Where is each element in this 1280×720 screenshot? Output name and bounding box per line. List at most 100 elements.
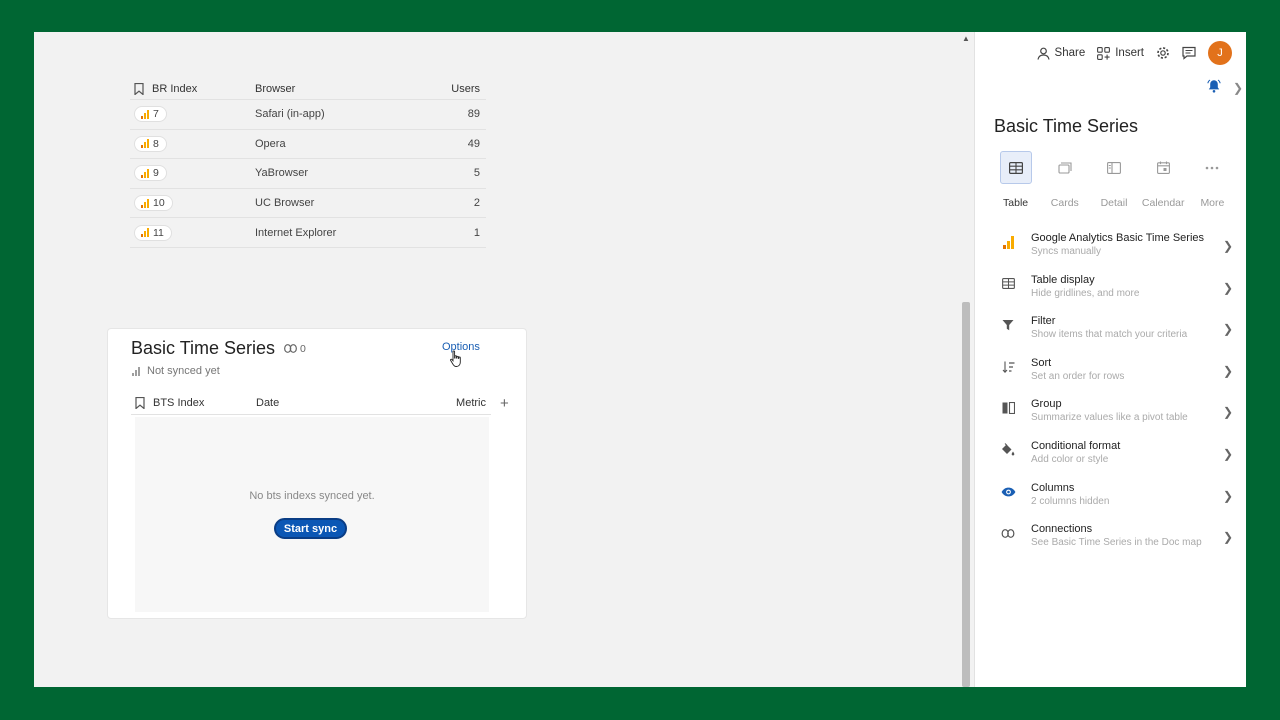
- analytics-icon: [141, 139, 149, 149]
- bookmark-icon: [134, 82, 144, 95]
- tab-more[interactable]: More: [1188, 151, 1237, 209]
- time-series-table-card: Basic Time Series 0 Not synced yet Optio…: [107, 328, 527, 619]
- chevron-right-icon: ❯: [1222, 405, 1233, 420]
- setting-table-display[interactable]: Table display Hide gridlines, and more ❯: [975, 270, 1246, 312]
- users-cell[interactable]: 1: [426, 227, 486, 239]
- setting-subtitle: Syncs manually: [1031, 246, 1102, 257]
- add-column-button[interactable]: +: [500, 395, 509, 412]
- tab-cards[interactable]: Cards: [1040, 151, 1089, 209]
- table-row[interactable]: 10 UC Browser 2: [130, 189, 486, 219]
- browser-cell[interactable]: Internet Explorer: [255, 227, 426, 239]
- paint-bucket-icon: [1002, 443, 1015, 456]
- table-icon: [1001, 278, 1015, 290]
- insert-button[interactable]: Insert: [1097, 46, 1144, 60]
- browser-cell[interactable]: YaBrowser: [255, 167, 426, 179]
- analytics-icon: [1002, 235, 1014, 249]
- more-icon: [1206, 166, 1219, 169]
- analytics-icon: [141, 198, 149, 208]
- browser-cell[interactable]: UC Browser: [255, 197, 426, 209]
- doc-canvas: BR Index Browser Users 7 Safari (in-app)…: [34, 32, 960, 687]
- setting-subtitle: See Basic Time Series in the Doc map: [1031, 537, 1202, 549]
- index-chip[interactable]: 11: [134, 224, 172, 241]
- setting-subtitle: Hide gridlines, and more: [1031, 287, 1140, 299]
- sort-icon: [1002, 361, 1014, 373]
- setting-google-analytics[interactable]: Google Analytics Basic Time Series Syncs …: [975, 228, 1246, 270]
- table-row[interactable]: 7 Safari (in-app) 89: [130, 100, 486, 130]
- users-cell[interactable]: 89: [426, 108, 486, 120]
- browser-column-header[interactable]: Browser: [255, 83, 426, 95]
- index-chip[interactable]: 7: [134, 106, 167, 123]
- table-row[interactable]: 11 Internet Explorer 1: [130, 218, 486, 248]
- group-icon: [1002, 402, 1015, 415]
- card-title-text[interactable]: Basic Time Series: [131, 338, 275, 359]
- insert-label: Insert: [1115, 47, 1144, 59]
- link-count[interactable]: 0: [284, 343, 306, 355]
- index-chip[interactable]: 9: [134, 165, 167, 182]
- bts-index-header-label: BTS Index: [153, 396, 205, 409]
- browser-table: BR Index Browser Users 7 Safari (in-app)…: [130, 78, 486, 248]
- analytics-icon: [141, 109, 149, 119]
- users-cell[interactable]: 5: [426, 167, 486, 179]
- view-tabs: Table Cards Detail Calendar More: [991, 151, 1237, 209]
- tab-label: Cards: [1050, 197, 1079, 209]
- index-column-header[interactable]: BR Index: [130, 82, 255, 95]
- scroll-up-arrow-icon[interactable]: ▲: [961, 34, 971, 44]
- users-cell[interactable]: 49: [426, 138, 486, 150]
- scrollbar-thumb[interactable]: [962, 302, 970, 687]
- setting-sort[interactable]: Sort Set an order for rows ❯: [975, 353, 1246, 395]
- gear-icon[interactable]: [1156, 46, 1170, 60]
- chevron-right-icon: ❯: [1222, 530, 1233, 545]
- setting-conditional-format[interactable]: Conditional format Add color or style ❯: [975, 436, 1246, 478]
- start-sync-button[interactable]: Start sync: [274, 518, 347, 539]
- setting-title: Google Analytics Basic Time Series: [1031, 232, 1205, 244]
- person-icon: [1036, 47, 1050, 60]
- sync-status-text: Not synced yet: [147, 365, 220, 377]
- users-cell[interactable]: 2: [426, 197, 486, 209]
- setting-subtitle: Summarize values like a pivot table: [1031, 412, 1188, 424]
- index-chip[interactable]: 8: [134, 135, 167, 152]
- grid-plus-icon: [1097, 46, 1111, 60]
- users-column-header[interactable]: Users: [426, 83, 486, 95]
- chevron-right-icon[interactable]: ❯: [1233, 81, 1243, 95]
- setting-connections[interactable]: Connections See Basic Time Series in the …: [975, 519, 1246, 561]
- sync-status: Not synced yet: [132, 365, 220, 377]
- browser-cell[interactable]: Opera: [255, 138, 426, 150]
- setting-filter[interactable]: Filter Show items that match your criteri…: [975, 311, 1246, 353]
- setting-subtitle: Add color or style: [1031, 453, 1109, 465]
- setting-columns[interactable]: Columns 2 columns hidden ❯: [975, 478, 1246, 520]
- avatar[interactable]: J: [1208, 41, 1232, 65]
- analytics-icon: [141, 228, 149, 238]
- setting-title: Filter: [1031, 315, 1056, 328]
- setting-subtitle: 2 columns hidden: [1031, 495, 1110, 507]
- calendar-icon: [1156, 161, 1170, 174]
- comment-icon[interactable]: [1182, 46, 1196, 60]
- analytics-icon: [132, 366, 140, 376]
- top-toolbar: Share Insert J: [1036, 41, 1232, 65]
- table-row[interactable]: 8 Opera 49: [130, 130, 486, 160]
- table-row[interactable]: 9 YaBrowser 5: [130, 159, 486, 189]
- analytics-icon: [141, 168, 149, 178]
- index-value: 8: [153, 137, 159, 150]
- setting-title: Conditional format: [1031, 439, 1121, 452]
- browser-cell[interactable]: Safari (in-app): [255, 108, 426, 120]
- chevron-right-icon: ❯: [1222, 322, 1233, 337]
- date-column-header[interactable]: Date: [256, 397, 431, 409]
- empty-state: No bts indexs synced yet. Start sync: [135, 417, 489, 612]
- index-value: 7: [153, 108, 159, 121]
- empty-state-text: No bts indexs synced yet.: [249, 490, 375, 502]
- share-button[interactable]: Share: [1036, 47, 1085, 60]
- index-chip[interactable]: 10: [134, 195, 173, 212]
- setting-group[interactable]: Group Summarize values like a pivot table…: [975, 394, 1246, 436]
- tab-label: Table: [1003, 197, 1029, 209]
- link-count-value: 0: [300, 342, 306, 355]
- setting-subtitle: Set an order for rows: [1031, 370, 1125, 382]
- tab-calendar[interactable]: Calendar: [1139, 151, 1188, 209]
- vertical-scrollbar[interactable]: ▲: [960, 32, 972, 687]
- tab-detail[interactable]: Detail: [1089, 151, 1138, 209]
- tab-table[interactable]: Table: [991, 151, 1040, 209]
- link-icon: [1001, 528, 1015, 538]
- bell-icon[interactable]: [1207, 79, 1221, 93]
- bts-index-column-header[interactable]: BTS Index: [131, 396, 256, 409]
- metric-column-header[interactable]: Metric: [431, 397, 491, 409]
- card-title: Basic Time Series 0: [131, 338, 306, 359]
